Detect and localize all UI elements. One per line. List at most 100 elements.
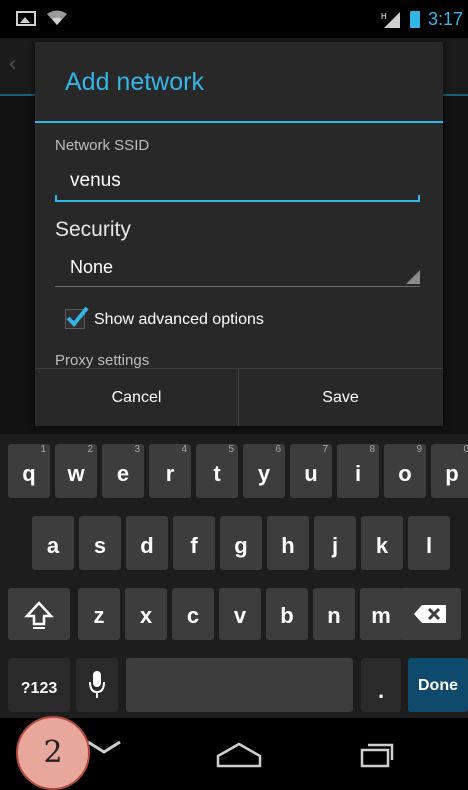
signal-icon: H bbox=[381, 12, 400, 28]
key-label: y bbox=[257, 461, 271, 486]
title-divider bbox=[35, 121, 443, 123]
key-j[interactable]: j bbox=[314, 516, 356, 570]
proxy-settings-label: Proxy settings bbox=[55, 352, 150, 369]
key-label: m bbox=[371, 603, 391, 628]
key-l[interactable]: l bbox=[408, 516, 450, 570]
battery-icon bbox=[410, 11, 420, 28]
key-label: w bbox=[67, 461, 85, 486]
key-label: e bbox=[116, 461, 130, 486]
key-a[interactable]: a bbox=[32, 516, 74, 570]
key-t[interactable]: 5t bbox=[196, 444, 238, 498]
key-label: i bbox=[354, 461, 362, 486]
key-e[interactable]: 3e bbox=[102, 444, 144, 498]
key-label: c bbox=[186, 603, 200, 628]
key-n[interactable]: n bbox=[313, 588, 355, 640]
key-k[interactable]: k bbox=[361, 516, 403, 570]
done-key[interactable]: Done bbox=[408, 658, 468, 712]
key-v[interactable]: v bbox=[219, 588, 261, 640]
symbols-key[interactable]: ?123 bbox=[8, 658, 70, 712]
key-label: l bbox=[425, 533, 433, 558]
key-r[interactable]: 4r bbox=[149, 444, 191, 498]
period-key[interactable]: . bbox=[361, 658, 401, 712]
key-hint: 7 bbox=[322, 444, 328, 455]
recent-apps-icon[interactable] bbox=[360, 740, 394, 768]
space-key[interactable] bbox=[126, 658, 353, 712]
microphone-icon bbox=[89, 671, 105, 698]
key-u[interactable]: 7u bbox=[290, 444, 332, 498]
key-label: q bbox=[22, 461, 36, 486]
dialog-title: Add network bbox=[65, 68, 204, 96]
shift-key[interactable] bbox=[8, 588, 70, 640]
key-x[interactable]: x bbox=[125, 588, 167, 640]
key-label: d bbox=[140, 533, 154, 558]
key-label: s bbox=[93, 533, 107, 558]
status-time: 3:17 bbox=[428, 9, 464, 29]
soft-keyboard: 1q2w3e4r5t6y7u8i9o0p asdfghjkl zxcvbnm ?… bbox=[0, 434, 468, 718]
key-h[interactable]: h bbox=[267, 516, 309, 570]
backspace-key[interactable] bbox=[399, 588, 461, 640]
voice-input-key[interactable] bbox=[76, 658, 118, 712]
key-hint: 5 bbox=[228, 444, 234, 455]
svg-text:H: H bbox=[381, 12, 387, 21]
image-notification-icon bbox=[16, 11, 36, 26]
key-label: j bbox=[331, 533, 339, 558]
key-f[interactable]: f bbox=[173, 516, 215, 570]
key-label: v bbox=[233, 603, 247, 628]
key-y[interactable]: 6y bbox=[243, 444, 285, 498]
save-button[interactable]: Save bbox=[239, 369, 442, 426]
dialog-button-bar: Cancel Save bbox=[35, 368, 443, 426]
security-dropdown[interactable]: None bbox=[55, 254, 420, 287]
key-hint: 0 bbox=[463, 444, 468, 455]
key-c[interactable]: c bbox=[172, 588, 214, 640]
key-label: u bbox=[304, 461, 318, 486]
key-o[interactable]: 9o bbox=[384, 444, 426, 498]
key-label: g bbox=[234, 533, 248, 558]
key-label: t bbox=[213, 461, 221, 486]
shift-icon bbox=[24, 601, 54, 629]
key-label: x bbox=[139, 603, 153, 628]
key-label: z bbox=[93, 603, 105, 628]
cancel-button[interactable]: Cancel bbox=[35, 369, 239, 426]
key-b[interactable]: b bbox=[266, 588, 308, 640]
step-number-badge: 2 bbox=[16, 716, 90, 790]
ssid-value: venus bbox=[70, 170, 121, 191]
key-label: p bbox=[445, 461, 459, 486]
wifi-icon bbox=[47, 10, 67, 25]
show-advanced-checkbox[interactable] bbox=[65, 306, 89, 329]
show-advanced-label: Show advanced options bbox=[94, 311, 264, 328]
key-label: b bbox=[280, 603, 294, 628]
add-network-dialog: Add network Network SSID venus Security … bbox=[35, 42, 443, 426]
key-hint: 4 bbox=[181, 444, 187, 455]
security-label: Security bbox=[55, 218, 131, 241]
key-hint: 9 bbox=[416, 444, 422, 455]
key-label: f bbox=[190, 533, 198, 558]
key-i[interactable]: 8i bbox=[337, 444, 379, 498]
ssid-input[interactable]: venus bbox=[55, 166, 420, 202]
key-label: k bbox=[375, 533, 389, 558]
key-p[interactable]: 0p bbox=[431, 444, 468, 498]
status-bar: H 3:17 bbox=[0, 0, 468, 38]
key-label: n bbox=[327, 603, 341, 628]
key-label: r bbox=[165, 461, 175, 486]
back-icon[interactable] bbox=[86, 738, 122, 758]
key-hint: 6 bbox=[275, 444, 281, 455]
key-hint: 8 bbox=[369, 444, 375, 455]
key-hint: 3 bbox=[134, 444, 140, 455]
back-chevron-icon: ‹ bbox=[8, 52, 17, 77]
key-label: a bbox=[46, 533, 60, 558]
backspace-icon bbox=[414, 605, 446, 623]
key-q[interactable]: 1q bbox=[8, 444, 50, 498]
key-label: o bbox=[398, 461, 412, 486]
key-w[interactable]: 2w bbox=[55, 444, 97, 498]
key-hint: 2 bbox=[87, 444, 93, 455]
checkmark-icon bbox=[66, 306, 89, 327]
key-m[interactable]: m bbox=[360, 588, 402, 640]
key-s[interactable]: s bbox=[79, 516, 121, 570]
show-advanced-options-row[interactable]: Show advanced options bbox=[65, 306, 365, 336]
dropdown-arrow-icon bbox=[406, 270, 420, 284]
home-icon[interactable] bbox=[216, 742, 262, 768]
key-g[interactable]: g bbox=[220, 516, 262, 570]
key-d[interactable]: d bbox=[126, 516, 168, 570]
key-z[interactable]: z bbox=[78, 588, 120, 640]
key-hint: 1 bbox=[40, 444, 46, 455]
